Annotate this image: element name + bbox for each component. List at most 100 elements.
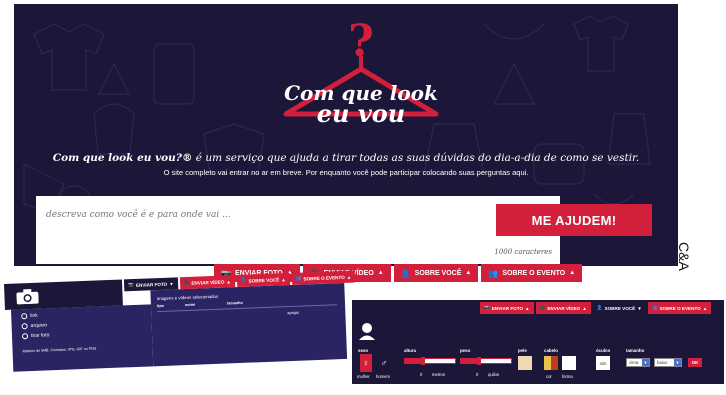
peso-slider-handle[interactable] [476,357,481,365]
caret-down-icon: ▼ [169,280,174,287]
caret-down-icon: ▼ [637,305,642,311]
option-tirar-foto[interactable]: tirar foto [21,332,50,340]
about-you-panel: 📷 ENVIAR FOTO ▲ 🎥 ENVIAR VÍDEO ▲ 👤 SOBRE VOCÊ… [352,300,724,384]
hair-color-label: cor [546,374,552,379]
caret-up-icon: ▲ [525,305,530,311]
logo-text-line2: eu vou [317,99,405,128]
caret-up-icon: ▲ [465,270,472,276]
logo-hanger: ? Com que look eu vou [283,16,439,128]
about-panel-tabs: 📷 ENVIAR FOTO ▲ 🎥 ENVIAR VÍDEO ▲ 👤 SOBRE VOCÊ… [480,302,712,314]
peso-slider[interactable] [460,357,512,365]
tab-sobre-evento[interactable]: 👥 SOBRE O EVENTO ▲ [647,302,712,314]
tab-label: SOBRE VOCÊ [604,305,636,311]
tab-sobre-evento[interactable]: 👥 SOBRE O EVENTO ▲ [291,270,356,285]
female-button[interactable]: ♀ [360,354,372,372]
subline: O site completo vai entrar no ar em brev… [163,168,529,177]
tab-label: ENVIAR FOTO [491,305,524,311]
size-top-value: cima [629,360,639,365]
tab-label: SOBRE O EVENTO [502,269,566,277]
altura-slider-handle[interactable] [420,357,425,365]
tagline: Com que look eu vou?® é um serviço que a… [14,152,678,164]
sexo-label: sexo [358,348,369,353]
brand-label: C&A [676,242,692,271]
hair-style-label: forma [562,374,573,379]
altura-slider[interactable] [404,357,456,365]
glasses-toggle[interactable]: sim [596,356,610,370]
group-icon: 👥 [651,305,658,310]
tab-label: SOBRE VOCÊ [414,269,462,277]
selected-media-table: tipo nome tamanho apagar [157,297,338,328]
char-counter: 1000 caracteres [494,248,552,256]
dropdown-arrow-icon: ▼ [674,359,681,366]
size-bottom-value: baixo [657,360,668,365]
option-arquivo[interactable]: arquivo [21,322,48,330]
tab-sobre-voce[interactable]: 👤 SOBRE VOCÊ ▲ [236,273,290,288]
column-header: tipo [156,303,165,309]
tab-sobre-voce[interactable]: 👤 SOBRE VOCÊ ▼ [592,302,646,314]
option-label: link [30,312,38,320]
column-header: nome [184,302,196,308]
tab-label: ENVIAR VÍDEO [547,305,581,311]
option-link[interactable]: link [21,313,38,320]
group-icon: 👥 [488,268,499,278]
pele-label: pele [518,348,527,353]
video-icon: 🎥 [539,305,546,310]
size-bottom-select[interactable]: baixo ▼ [654,358,682,367]
skin-tone-swatch[interactable] [518,356,532,370]
camera-icon [16,288,39,305]
male-button[interactable]: ♂ [378,354,390,372]
me-ajudem-button[interactable]: ME AJUDEM! [496,204,652,236]
tab-label: ENVIAR VÍDEO [191,279,225,286]
user-icon [359,323,375,340]
peso-value: 0 [476,372,479,377]
caret-up-icon: ▲ [281,276,286,282]
option-label: arquivo [30,322,48,330]
tamanho-label: tamanho [626,348,645,353]
tab-enviar-video[interactable]: 🎥ENVIAR VÍDEO▲ [179,275,236,290]
caret-up-icon: ▲ [346,274,352,280]
question-textarea[interactable]: descreva como você é e para onde vai ...… [36,196,560,264]
camera-icon: 📷 [128,282,134,288]
tab-enviar-video[interactable]: 🎥ENVIAR VÍDEO▲ [535,302,591,314]
altura-unit: metros [432,372,445,377]
tab-label: SOBRE O EVENTO [659,305,701,311]
radio-icon [21,313,28,320]
ok-button[interactable]: OK [688,358,702,367]
caret-up-icon: ▲ [569,270,576,276]
size-top-select[interactable]: cima ▼ [626,358,650,367]
delete-link[interactable]: apagar [287,311,299,315]
tab-enviar-foto[interactable]: 📷 ENVIAR FOTO ▼ [123,277,178,292]
female-label: mulher [357,374,370,379]
cabelo-label: cabelo [544,348,558,353]
caret-up-icon: ▲ [377,270,384,276]
tagline-brand: Com que look eu vou?® [52,152,193,164]
tab-label: ENVIAR FOTO [135,281,168,288]
selected-media-area: Imagens e vídeos selecionados tipo nome … [150,282,348,367]
question-placeholder: descreva como você é e para onde vai ... [46,210,231,220]
user-icon: 👤 [596,305,603,310]
dropdown-arrow-icon: ▼ [642,359,649,366]
logo-question-mark: ? [348,16,374,67]
user-icon: 👤 [240,277,247,283]
oculos-label: óculos [596,348,611,353]
tab-sobre-evento[interactable]: 👥 SOBRE O EVENTO ▲ [481,264,583,282]
radio-icon [21,323,28,330]
male-label: homem [376,374,390,379]
hair-color-swatch[interactable] [544,356,558,370]
photo-source-options: link arquivo tirar foto Máximo de 5MB. F… [10,304,154,372]
screenshot-stage: ? Com que look eu vou Com que look eu vo… [0,0,726,395]
camera-icon: 📷 [484,305,490,310]
altura-label: altura [404,348,416,353]
user-icon: 👤 [400,268,411,278]
option-label: tirar foto [30,332,50,339]
hair-style-swatch[interactable] [562,356,576,370]
tab-enviar-foto[interactable]: 📷 ENVIAR FOTO ▲ [480,302,534,314]
peso-label: peso [460,348,471,353]
caret-up-icon: ▲ [226,278,231,284]
tab-sobre-voce[interactable]: 👤 SOBRE VOCÊ ▲ [393,264,479,282]
photo-upload-panel: link arquivo tirar foto Máximo de 5MB. F… [4,270,356,380]
altura-value: 0 [420,372,423,377]
tab-label: SOBRE O EVENTO [303,274,345,281]
tab-label: SOBRE VOCÊ [248,276,280,284]
column-header: tamanho [226,300,243,306]
